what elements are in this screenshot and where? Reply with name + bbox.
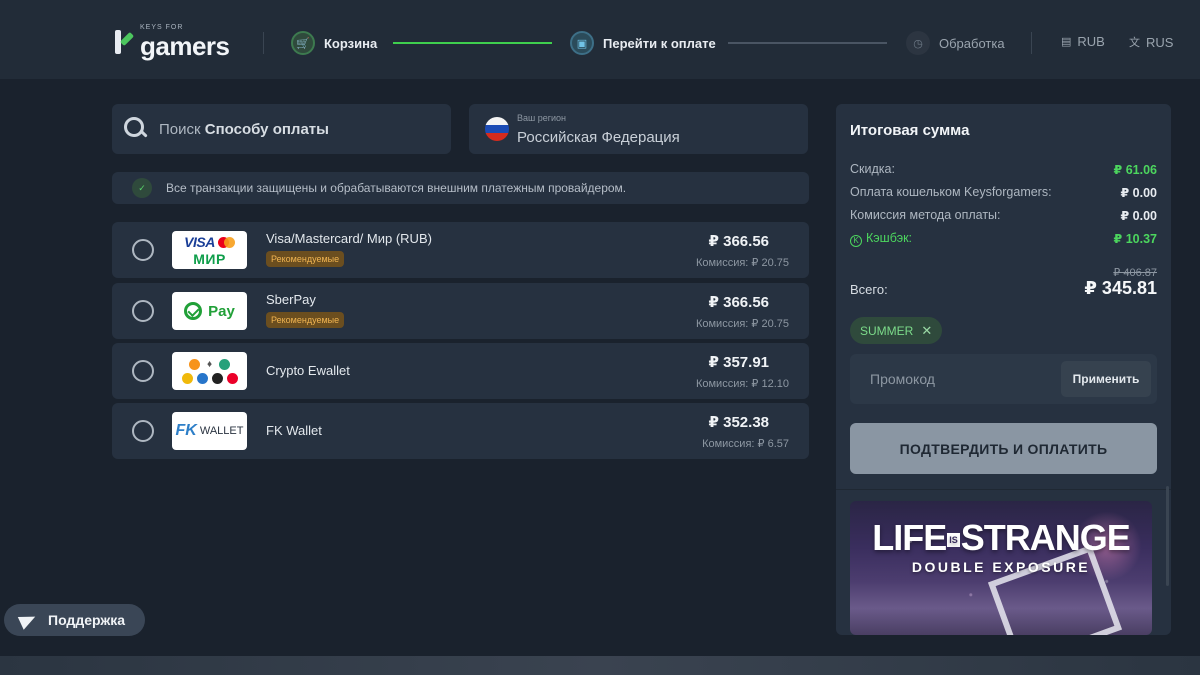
security-notice-text: Все транзакции защищены и обрабатываются… [166,181,627,195]
header-divider [1031,32,1032,54]
summary-row-discount: Скидка: ₽ 61.06 [850,162,1157,177]
radio-button[interactable] [132,239,154,261]
search-placeholder-bold: Способу оплаты [204,120,329,138]
payment-method-fee: Комиссия: ₽ 12.10 [695,378,789,390]
promo-code-input[interactable]: Промокод Применить [850,354,1157,404]
search-icon [123,116,149,142]
payment-method-price: ₽ 357.91 [708,354,769,371]
cash-icon: ▤ [1061,36,1072,48]
recommended-badge: Рекомендуемые [266,312,345,328]
shield-icon: ✓ [132,178,152,198]
progress-line-complete [393,42,552,44]
step-cart-label: Корзина [324,35,378,51]
progress-line-pending [728,42,887,44]
russia-flag-icon [485,117,509,141]
payment-method-crypto[interactable]: ♦ Crypto Ewallet ₽ 357.91 Комиссия: ₽ 12… [112,343,809,399]
payment-method-price: ₽ 366.56 [708,294,769,311]
clock-icon: ◷ [906,31,930,55]
divider [836,489,1171,490]
game-subtitle: DOUBLE EXPOSURE [911,559,1091,575]
cart-icon: 🛒 [291,31,315,55]
region-selector[interactable]: Ваш регион Российская Федерация [469,104,808,154]
currency-label: RUB [1077,34,1105,49]
logo-small-text: KEYS FOR [140,24,184,31]
payment-method-name: SberPay [266,292,316,307]
visa-mastercard-mir-logo: VISA МИР [172,231,247,269]
close-icon[interactable]: ✕ [921,323,932,339]
payment-method-fee: Комиссия: ₽ 6.57 [702,438,789,450]
step-checkout[interactable]: ▣ Перейти к оплате [570,31,716,55]
promo-code-text: SUMMER [860,323,914,338]
payment-method-name: FK Wallet [266,423,322,438]
crypto-coins-logo: ♦ [172,352,247,390]
security-notice: ✓ Все транзакции защищены и обрабатывают… [112,172,809,204]
logo-mark-icon [112,30,136,54]
game-title-text: LIFE ISSTRANGE [872,517,1131,558]
step-cart[interactable]: 🛒 Корзина [291,31,377,55]
search-placeholder-prefix: Поиск [159,120,201,138]
recommended-badge: Рекомендуемые [266,251,345,267]
summary-row-fee: Комиссия метода оплаты: ₽ 0.00 [850,208,1157,223]
total-label: Всего: [850,282,888,297]
support-label: Поддержка [48,612,126,628]
fkwallet-logo: FK WALLET [172,412,247,450]
header-divider [263,32,264,54]
support-button[interactable]: Поддержка [4,604,145,636]
translate-icon: 文 [1129,37,1140,49]
sber-icon [184,302,203,320]
payment-search-input[interactable]: Поиск Способу оплаты [112,104,451,154]
confirm-and-pay-button[interactable]: ПОДТВЕРДИТЬ И ОПЛАТИТЬ [850,423,1157,474]
applied-promo-chip: SUMMER ✕ [850,317,943,344]
promo-placeholder: Промокод [870,371,935,387]
payment-method-sberpay[interactable]: Pay SberPay Рекомендуемые ₽ 366.56 Комис… [112,283,809,339]
payment-method-fee: Комиссия: ₽ 20.75 [695,257,789,269]
logo[interactable]: KEYS FOR gamers [112,24,230,61]
payment-method-fkwallet[interactable]: FK WALLET FK Wallet ₽ 352.38 Комиссия: ₽ … [112,403,809,459]
radio-button[interactable] [132,420,154,442]
logo-text: gamers [140,31,230,61]
telegram-icon [17,610,39,630]
radio-button[interactable] [132,360,154,382]
card-icon: ▣ [570,31,594,55]
summary-title: Итоговая сумма [850,122,970,139]
payment-method-price: ₽ 352.38 [708,414,769,431]
payment-method-price: ₽ 366.56 [708,233,769,250]
order-summary-panel: Итоговая сумма Скидка: ₽ 61.06 Оплата ко… [836,104,1171,635]
language-label: RUS [1146,34,1174,50]
language-selector[interactable]: 文 RUS [1129,34,1173,50]
step-checkout-label: Перейти к оплате [603,35,716,51]
step-processing: ◷ Обработка [906,31,1005,55]
payment-method-name: Visa/Mastercard/ Мир (RUB) [266,231,432,246]
currency-selector[interactable]: ▤ RUB [1061,34,1105,49]
payment-method-name: Crypto Ewallet [266,363,350,378]
game-cover-image[interactable]: LIFE ISSTRANGE DOUBLE EXPOSURE [850,501,1152,635]
apply-promo-button[interactable]: Применить [1061,361,1151,397]
region-caption: Ваш регион [517,113,567,123]
radio-button[interactable] [132,300,154,322]
summary-row-wallet: Оплата кошельком Keysforgamers: ₽ 0.00 [850,185,1157,200]
total-value: ₽ 345.81 [1084,278,1157,298]
step-processing-label: Обработка [939,35,1005,51]
region-value: Российская Федерация [517,129,680,146]
scrollbar[interactable] [1166,486,1169,586]
footer-strip [0,656,1200,675]
summary-row-cashback: K Кэшбэк: ₽ 10.37 [850,231,1157,247]
sberpay-logo: Pay [172,292,247,330]
payment-method-fee: Комиссия: ₽ 20.75 [695,318,789,330]
payment-method-visa[interactable]: VISA МИР Visa/Mastercard/ Мир (RUB) Реко… [112,222,809,278]
cashback-icon: K [850,235,862,247]
